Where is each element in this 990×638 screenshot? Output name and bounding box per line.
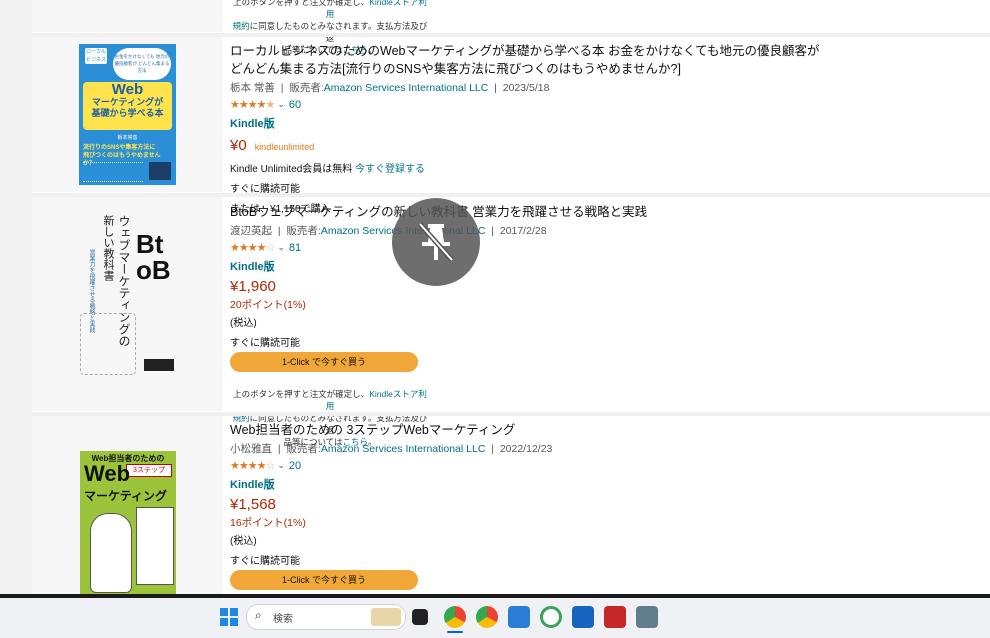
book-cover-image[interactable]: BtoB ウェブマーケティングの 新しい教科書 営業力を飛躍させる戦略と実践 [74, 209, 180, 379]
kindle-unlimited-logo: kindleunlimited [254, 142, 315, 152]
price: ¥0 [230, 137, 247, 154]
taskbar-search[interactable]: ⌕ 検索 [246, 604, 406, 630]
book-cover-image[interactable]: ローカル ビジネス お金をかけなくても 地元の優良顧客が どんどん集まる方法 W… [79, 44, 176, 185]
left-gutter [0, 0, 32, 594]
product-title[interactable]: ローカルビジネスのためのWebマーケティングが基礎から学べる本 お金をかけなくて… [230, 42, 830, 78]
filezilla-icon[interactable] [604, 606, 626, 628]
product-card: BtoB ウェブマーケティングの 新しい教科書 営業力を飛躍させる戦略と実践 B… [32, 197, 990, 447]
star-icon: ★★★★ [230, 460, 266, 472]
availability: すぐに購読可能 [230, 556, 300, 567]
previous-item-tail: 上のボタンを押すと注文が確定し、Kindleストア利用 規約に同意したものとみな… [32, 0, 990, 55]
format-link[interactable]: Kindle版 [230, 258, 830, 274]
app-icon[interactable] [540, 606, 562, 628]
rating-widget[interactable]: ★★★★ ☆ ⌄ 20 [230, 459, 830, 473]
chrome-icon[interactable] [444, 606, 466, 628]
empty-star-icon: ☆ [265, 242, 275, 254]
star-icon: ★★★★ [230, 99, 266, 111]
tax-note: (税込) [230, 536, 257, 547]
chevron-down-icon[interactable]: ⌄ [277, 460, 285, 471]
availability: すぐに購読可能 [230, 338, 300, 349]
rating-widget[interactable]: ★★★★ ★ ⌄ 60 [230, 98, 830, 112]
chevron-down-icon[interactable]: ⌄ [277, 242, 285, 253]
task-view-icon[interactable] [412, 609, 428, 625]
seller-link[interactable]: Amazon Services International LLC [321, 443, 486, 455]
search-results-page: 上のボタンを押すと注文が確定し、Kindleストア利用 規約に同意したものとみな… [0, 0, 990, 594]
one-click-buy-button[interactable]: 1-Click で今すぐ買う [230, 570, 418, 590]
seller-link[interactable]: Amazon Services International LLC [324, 82, 489, 94]
tool-app-icon[interactable] [636, 606, 658, 628]
chevron-down-icon[interactable]: ⌄ [277, 99, 285, 110]
points: 20ポイント(1%) [230, 299, 306, 311]
author[interactable]: 小松雅直 [230, 443, 272, 455]
ku-register-link[interactable]: 今すぐ登録する [355, 164, 425, 175]
pub-date: 2023/5/18 [502, 82, 550, 94]
pub-date: 2022/12/23 [499, 443, 553, 455]
empty-star-icon: ☆ [265, 460, 275, 472]
author[interactable]: 渡辺英起 [230, 225, 272, 237]
tax-note: (税込) [230, 318, 257, 329]
star-icon: ★★★★ [230, 242, 266, 254]
terms-link[interactable]: 規約 [233, 21, 250, 31]
product-card: ローカル ビジネス お金をかけなくても 地元の優良顧客が どんどん集まる方法 W… [32, 37, 990, 215]
product-title[interactable]: BtoBウェブマーケティングの新しい教科書 営業力を飛躍させる戦略と実践 [230, 203, 830, 221]
windows-start-icon[interactable] [218, 606, 240, 628]
active-indicator [447, 631, 463, 633]
points: 16ポイント(1%) [230, 517, 306, 529]
vscode-icon[interactable] [508, 606, 530, 628]
review-count[interactable]: 60 [289, 99, 301, 111]
search-placeholder: 検索 [273, 614, 293, 625]
one-click-buy-button[interactable]: 1-Click で今すぐ買う [230, 352, 418, 372]
taskbar: ⌕ 検索 [0, 594, 990, 638]
author[interactable]: 栃本 常善 [230, 82, 275, 94]
pub-date: 2017/2/28 [499, 225, 547, 237]
price: ¥1,960 [230, 278, 276, 295]
search-highlight-icon [371, 608, 401, 626]
search-icon: ⌕ [255, 608, 262, 622]
half-star-icon: ★ [265, 99, 275, 111]
product-title[interactable]: Web担当者のための 3ステップWebマーケティング [230, 421, 830, 439]
game-app-icon[interactable] [572, 606, 594, 628]
price: ¥1,568 [230, 496, 276, 513]
unpin-icon [418, 222, 454, 262]
book-cover-image[interactable]: Web担当者のための 3ステップ Web マーケティング [80, 451, 176, 594]
chrome-profile-icon[interactable] [476, 606, 498, 628]
format-link[interactable]: Kindle版 [230, 476, 830, 492]
review-count[interactable]: 20 [289, 460, 301, 472]
unpin-overlay-button[interactable] [392, 198, 480, 286]
review-count[interactable]: 81 [289, 242, 301, 254]
product-card: Web担当者のための 3ステップ Web マーケティング Web担当者のための … [32, 416, 990, 594]
format-link[interactable]: Kindle版 [230, 115, 830, 131]
rating-widget[interactable]: ★★★★ ☆ ⌄ 81 [230, 241, 830, 255]
